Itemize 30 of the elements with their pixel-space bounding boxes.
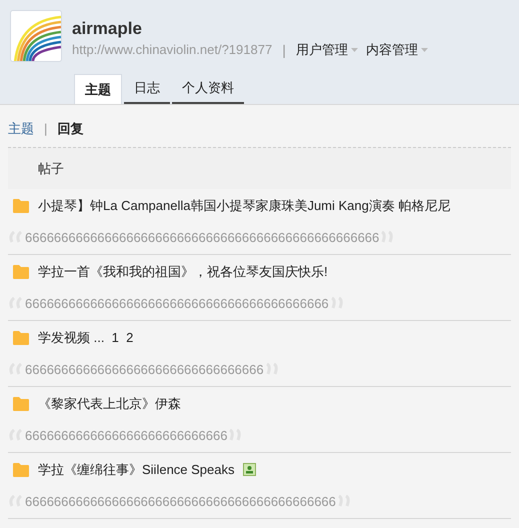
reply-excerpt: 6666666666666666666666666666666666666666666 (25, 492, 336, 510)
caret-icon (350, 48, 358, 52)
reply-excerpt: 666666666666666666666666666666666666666666 (25, 294, 329, 312)
post-title-link[interactable]: 学拉一首《我和我的祖国》，祝各位琴友国庆快乐! (38, 262, 328, 282)
folder-icon (12, 396, 30, 412)
caret-icon (420, 48, 428, 52)
post-title-link[interactable]: 小提琴】钟La Campanella韩国小提琴家康珠美Jumi Kang演奏 帕格尼尼 (38, 196, 450, 216)
avatar-logo (10, 10, 62, 62)
menu-dropdown[interactable]: 用户管理 (296, 40, 358, 60)
filter-link[interactable]: 回复 (57, 119, 84, 139)
post-title-link[interactable]: 学拉《缠绵往事》Siilence Speaks (38, 460, 234, 480)
tab[interactable]: 主题 (74, 74, 122, 104)
user-name: airmaple (72, 18, 143, 40)
separator: | (282, 41, 286, 60)
reply-excerpt: 6666666666666666666666666666 (25, 426, 228, 444)
separator: | (44, 120, 48, 138)
post-title-link[interactable]: 《黎家代表上北京》伊森 (38, 394, 181, 414)
image-icon (242, 463, 256, 476)
post-title-link[interactable]: 学发视频 ... 1 2 (38, 328, 134, 348)
folder-icon (12, 198, 30, 214)
folder-icon (12, 462, 30, 478)
reply-excerpt: 6666666666666666666666666666666666666666666666666 (25, 228, 380, 246)
reply-excerpt: 666666666666666666666666666666666 (25, 360, 264, 378)
folder-icon (12, 264, 30, 280)
menu-dropdown[interactable]: 内容管理 (366, 40, 428, 60)
filter-link[interactable]: 主题 (8, 119, 34, 139)
folder-icon (12, 330, 30, 346)
tab[interactable]: 日志 (124, 74, 170, 104)
tab[interactable]: 个人资料 (172, 74, 244, 104)
column-header: 帖子 (38, 160, 64, 178)
